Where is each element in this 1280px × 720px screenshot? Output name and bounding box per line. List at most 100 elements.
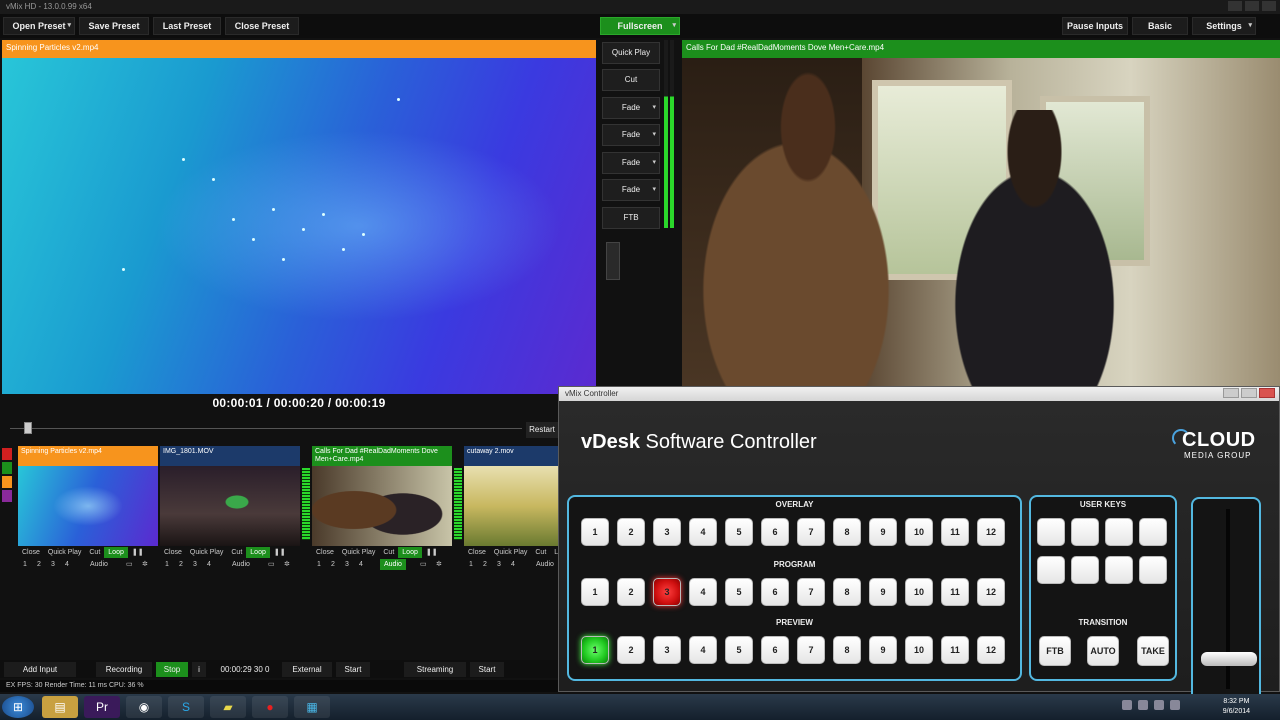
- preview-key-11[interactable]: 11: [941, 636, 969, 664]
- gear-icon[interactable]: ✲: [142, 559, 148, 570]
- overlay-4-button[interactable]: 4: [207, 559, 211, 570]
- overlay-3-button[interactable]: 3: [51, 559, 55, 570]
- user-key-3[interactable]: [1105, 518, 1133, 546]
- input-loop-button[interactable]: Loop: [104, 547, 128, 558]
- stop-recording-button[interactable]: Stop: [156, 662, 188, 677]
- tray-volume-icon[interactable]: [1154, 700, 1164, 710]
- program-key-5[interactable]: 5: [725, 578, 753, 606]
- preview-key-12[interactable]: 12: [977, 636, 1005, 664]
- overlay-4-button[interactable]: 4: [65, 559, 69, 570]
- overlay-key-5[interactable]: 5: [725, 518, 753, 546]
- preview-key-6[interactable]: 6: [761, 636, 789, 664]
- controller-maximize-button[interactable]: [1241, 388, 1257, 398]
- controller-close-button[interactable]: [1259, 388, 1275, 398]
- overlay-key-3[interactable]: 3: [653, 518, 681, 546]
- controller-minimize-button[interactable]: [1223, 388, 1239, 398]
- gear-icon[interactable]: ✲: [436, 559, 442, 570]
- overlay-key-10[interactable]: 10: [905, 518, 933, 546]
- preview-key-9[interactable]: 9: [869, 636, 897, 664]
- user-key-2[interactable]: [1071, 518, 1099, 546]
- overlay-key-2[interactable]: 2: [617, 518, 645, 546]
- take-key[interactable]: TAKE: [1137, 636, 1169, 666]
- overlay-1-button[interactable]: 1: [317, 559, 321, 570]
- open-preset-button[interactable]: Open Preset: [3, 17, 75, 35]
- input-cut-button[interactable]: Cut: [531, 547, 550, 558]
- input-close-button[interactable]: Close: [312, 547, 338, 558]
- program-key-8[interactable]: 8: [833, 578, 861, 606]
- chrome-icon[interactable]: ◉: [126, 696, 162, 718]
- program-key-10[interactable]: 10: [905, 578, 933, 606]
- fade-button-2[interactable]: Fade: [602, 124, 660, 146]
- pause-icon[interactable]: ❚❚: [128, 547, 148, 558]
- overlay-2-button[interactable]: 2: [179, 559, 183, 570]
- gear-icon[interactable]: ✲: [284, 559, 290, 570]
- preview-key-4[interactable]: 4: [689, 636, 717, 664]
- input-loop-button[interactable]: Loop: [246, 547, 270, 558]
- monitor-icon[interactable]: ▭: [420, 559, 427, 570]
- input-audio-button[interactable]: Audio: [86, 559, 112, 570]
- overlay-key-11[interactable]: 11: [941, 518, 969, 546]
- tray-network-icon[interactable]: [1138, 700, 1148, 710]
- overlay-key-12[interactable]: 12: [977, 518, 1005, 546]
- color-tag-green[interactable]: [2, 462, 12, 474]
- ftb-button[interactable]: FTB: [602, 207, 660, 229]
- t-bar-slider[interactable]: [606, 242, 620, 280]
- input-cut-button[interactable]: Cut: [227, 547, 246, 558]
- fade-button-3[interactable]: Fade: [602, 152, 660, 174]
- minimize-button[interactable]: [1228, 1, 1242, 11]
- color-tag-orange[interactable]: [2, 476, 12, 488]
- input-cut-button[interactable]: Cut: [85, 547, 104, 558]
- overlay-key-4[interactable]: 4: [689, 518, 717, 546]
- user-key-4[interactable]: [1139, 518, 1167, 546]
- input-audio-button[interactable]: Audio: [228, 559, 254, 570]
- program-key-2[interactable]: 2: [617, 578, 645, 606]
- close-window-button[interactable]: [1262, 1, 1276, 11]
- overlay-key-8[interactable]: 8: [833, 518, 861, 546]
- input-loop-button[interactable]: Loop: [398, 547, 422, 558]
- input-thumbnail[interactable]: [160, 466, 300, 546]
- premiere-icon[interactable]: Pr: [84, 696, 120, 718]
- overlay-key-9[interactable]: 9: [869, 518, 897, 546]
- seek-handle[interactable]: [24, 422, 32, 434]
- preview-key-3[interactable]: 3: [653, 636, 681, 664]
- quick-play-button[interactable]: Quick Play: [602, 42, 660, 64]
- recording-info-button[interactable]: i: [192, 662, 206, 677]
- cut-button[interactable]: Cut: [602, 69, 660, 91]
- input-audio-button[interactable]: Audio: [380, 559, 406, 570]
- input-quick-play-button[interactable]: Quick Play: [44, 547, 85, 558]
- tray-power-icon[interactable]: [1170, 700, 1180, 710]
- maximize-button[interactable]: [1245, 1, 1259, 11]
- overlay-3-button[interactable]: 3: [497, 559, 501, 570]
- vmix-record-icon[interactable]: ●: [252, 696, 288, 718]
- overlay-4-button[interactable]: 4: [359, 559, 363, 570]
- fullscreen-button[interactable]: Fullscreen: [600, 17, 680, 35]
- monitor-icon[interactable]: ▭: [126, 559, 133, 570]
- input-quick-play-button[interactable]: Quick Play: [338, 547, 379, 558]
- add-input-button[interactable]: Add Input: [4, 662, 76, 677]
- color-tag-red[interactable]: [2, 448, 12, 460]
- color-tag-purple[interactable]: [2, 490, 12, 502]
- input-close-button[interactable]: Close: [160, 547, 186, 558]
- preview-key-10[interactable]: 10: [905, 636, 933, 664]
- restart-button[interactable]: Restart: [526, 422, 558, 438]
- input-quick-play-button[interactable]: Quick Play: [490, 547, 531, 558]
- program-key-1[interactable]: 1: [581, 578, 609, 606]
- overlay-2-button[interactable]: 2: [483, 559, 487, 570]
- preview-key-5[interactable]: 5: [725, 636, 753, 664]
- folder-icon[interactable]: ▰: [210, 696, 246, 718]
- ftb-key[interactable]: FTB: [1039, 636, 1071, 666]
- program-key-11[interactable]: 11: [941, 578, 969, 606]
- fader-handle[interactable]: [1201, 651, 1257, 666]
- user-key-6[interactable]: [1071, 556, 1099, 584]
- program-key-4[interactable]: 4: [689, 578, 717, 606]
- overlay-3-button[interactable]: 3: [193, 559, 197, 570]
- overlay-key-7[interactable]: 7: [797, 518, 825, 546]
- basic-button[interactable]: Basic: [1132, 17, 1188, 35]
- program-key-3[interactable]: 3: [653, 578, 681, 606]
- start-button-icon[interactable]: ⊞: [2, 696, 34, 718]
- taskbar-clock[interactable]: 8:32 PM 9/6/2014: [1223, 697, 1250, 717]
- overlay-key-6[interactable]: 6: [761, 518, 789, 546]
- input-cut-button[interactable]: Cut: [379, 547, 398, 558]
- auto-key[interactable]: AUTO: [1087, 636, 1119, 666]
- preview-key-2[interactable]: 2: [617, 636, 645, 664]
